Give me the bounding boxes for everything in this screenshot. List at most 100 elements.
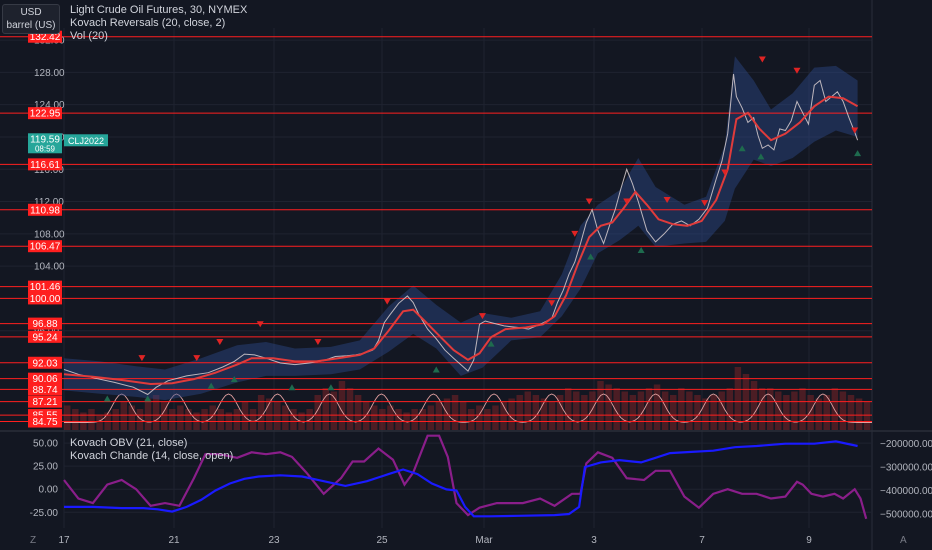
lower-right-tick-label: −300000.00 (880, 463, 932, 474)
volume-bar (839, 391, 847, 430)
volume-bar (282, 405, 289, 430)
volume-bar (589, 391, 596, 430)
volume-bar (645, 388, 653, 430)
level-label: 122.95 (30, 109, 61, 120)
volume-bar (346, 388, 354, 430)
volume-bar (807, 395, 814, 430)
volume-bar (144, 398, 152, 430)
volume-bar (710, 395, 717, 430)
volume-bar (750, 381, 758, 430)
volume-bar (249, 409, 257, 430)
volume-bar (605, 384, 612, 430)
level-label: 84.75 (32, 417, 57, 428)
level-label: 96.88 (32, 319, 57, 330)
price-tick-label: 104.00 (34, 262, 65, 273)
volume-bar (508, 398, 515, 430)
volume-bar (524, 391, 532, 430)
level-label: 88.74 (32, 385, 57, 396)
volume-bar (597, 381, 604, 430)
legend-kovach-chande[interactable]: Kovach Chande (14, close, open) (70, 450, 233, 462)
volume-bar (371, 405, 378, 430)
volume-bar (128, 405, 136, 430)
volume-bar (815, 398, 822, 430)
lower-left-tick-label: 0.00 (39, 485, 59, 496)
level-label: 101.46 (30, 282, 61, 293)
volume-bar (96, 416, 103, 430)
zoom-button[interactable]: Z (30, 535, 36, 546)
volume-bar (670, 395, 677, 430)
legend-symbol[interactable]: Light Crude Oil Futures, 30, NYMEX (70, 4, 247, 16)
volume-bar (516, 395, 523, 430)
volume-bar (217, 409, 224, 430)
volume-bar (758, 388, 766, 430)
chart-background (0, 0, 932, 550)
price-tick-label: 108.00 (34, 229, 65, 240)
volume-bar (354, 395, 362, 430)
unit-label: barrel (US) (6, 20, 56, 31)
volume-bar (831, 388, 839, 430)
currency-label: USD (20, 7, 42, 18)
chart-canvas[interactable]: 132.00128.00124.00120.00116.00112.00108.… (0, 0, 932, 550)
lower-left-tick-label: -25.00 (30, 508, 59, 519)
symbol-tag-label: CLJ2022 (68, 136, 104, 146)
volume-bar (847, 395, 855, 430)
time-tick-label: 21 (168, 535, 180, 546)
level-label: 92.03 (32, 358, 57, 369)
legend-kovach-obv[interactable]: Kovach OBV (21, close) (70, 437, 187, 449)
legend-volume[interactable]: Vol (20) (70, 30, 108, 42)
volume-bar (459, 402, 467, 430)
volume-bar (379, 409, 386, 430)
price-tick-label: 128.00 (34, 68, 65, 79)
volume-bar (112, 409, 119, 430)
volume-bar (468, 409, 475, 430)
time-tick-label: 23 (268, 535, 280, 546)
volume-bar (209, 405, 216, 430)
volume-bar (274, 402, 281, 430)
volume-bar (678, 388, 685, 430)
lower-right-tick-label: −200000.00 (880, 439, 932, 450)
volume-bar (621, 391, 628, 430)
volume-bar (233, 409, 241, 430)
time-tick-label: 7 (699, 535, 705, 546)
volume-bar (564, 388, 572, 430)
volume-bar (791, 391, 798, 430)
time-tick-label: 25 (376, 535, 388, 546)
volume-bar (718, 391, 725, 430)
volume-bar (435, 402, 443, 430)
volume-bar (72, 409, 79, 430)
unit-selector[interactable]: USD barrel (US) (2, 4, 60, 34)
legend-kovach-reversals[interactable]: Kovach Reversals (20, close, 2) (70, 17, 225, 29)
volume-bar (88, 409, 95, 430)
volume-bar (783, 395, 790, 430)
volume-bar (64, 405, 71, 430)
volume-bar (241, 402, 249, 430)
volume-bar (169, 409, 176, 430)
level-label: 110.98 (30, 205, 60, 216)
lower-right-tick-label: −500000.00 (880, 509, 932, 520)
time-tick-label: 17 (58, 535, 70, 546)
volume-bar (863, 402, 871, 430)
volume-bar (548, 402, 556, 430)
volume-bar (177, 405, 184, 430)
volume-bar (362, 402, 370, 430)
volume-bar (338, 381, 346, 430)
volume-bar (799, 388, 806, 430)
auto-scale-button[interactable]: A (900, 535, 907, 546)
time-tick-label: 9 (806, 535, 812, 546)
lower-left-tick-label: 50.00 (33, 439, 58, 450)
volume-bar (120, 402, 128, 430)
volume-bar (484, 409, 491, 430)
level-label: 95.24 (32, 332, 57, 343)
volume-bar (411, 409, 418, 430)
lower-right-tick-label: −400000.00 (880, 486, 932, 497)
volume-bar (136, 409, 144, 430)
volume-bar (427, 405, 435, 430)
volume-bar (629, 395, 637, 430)
volume-bar (726, 388, 734, 430)
lower-left-tick-label: 25.00 (33, 462, 58, 473)
volume-bar (492, 405, 499, 430)
volume-bar (185, 409, 192, 430)
volume-bar (201, 409, 208, 430)
time-tick-label: 3 (591, 535, 597, 546)
volume-bar (152, 395, 160, 430)
